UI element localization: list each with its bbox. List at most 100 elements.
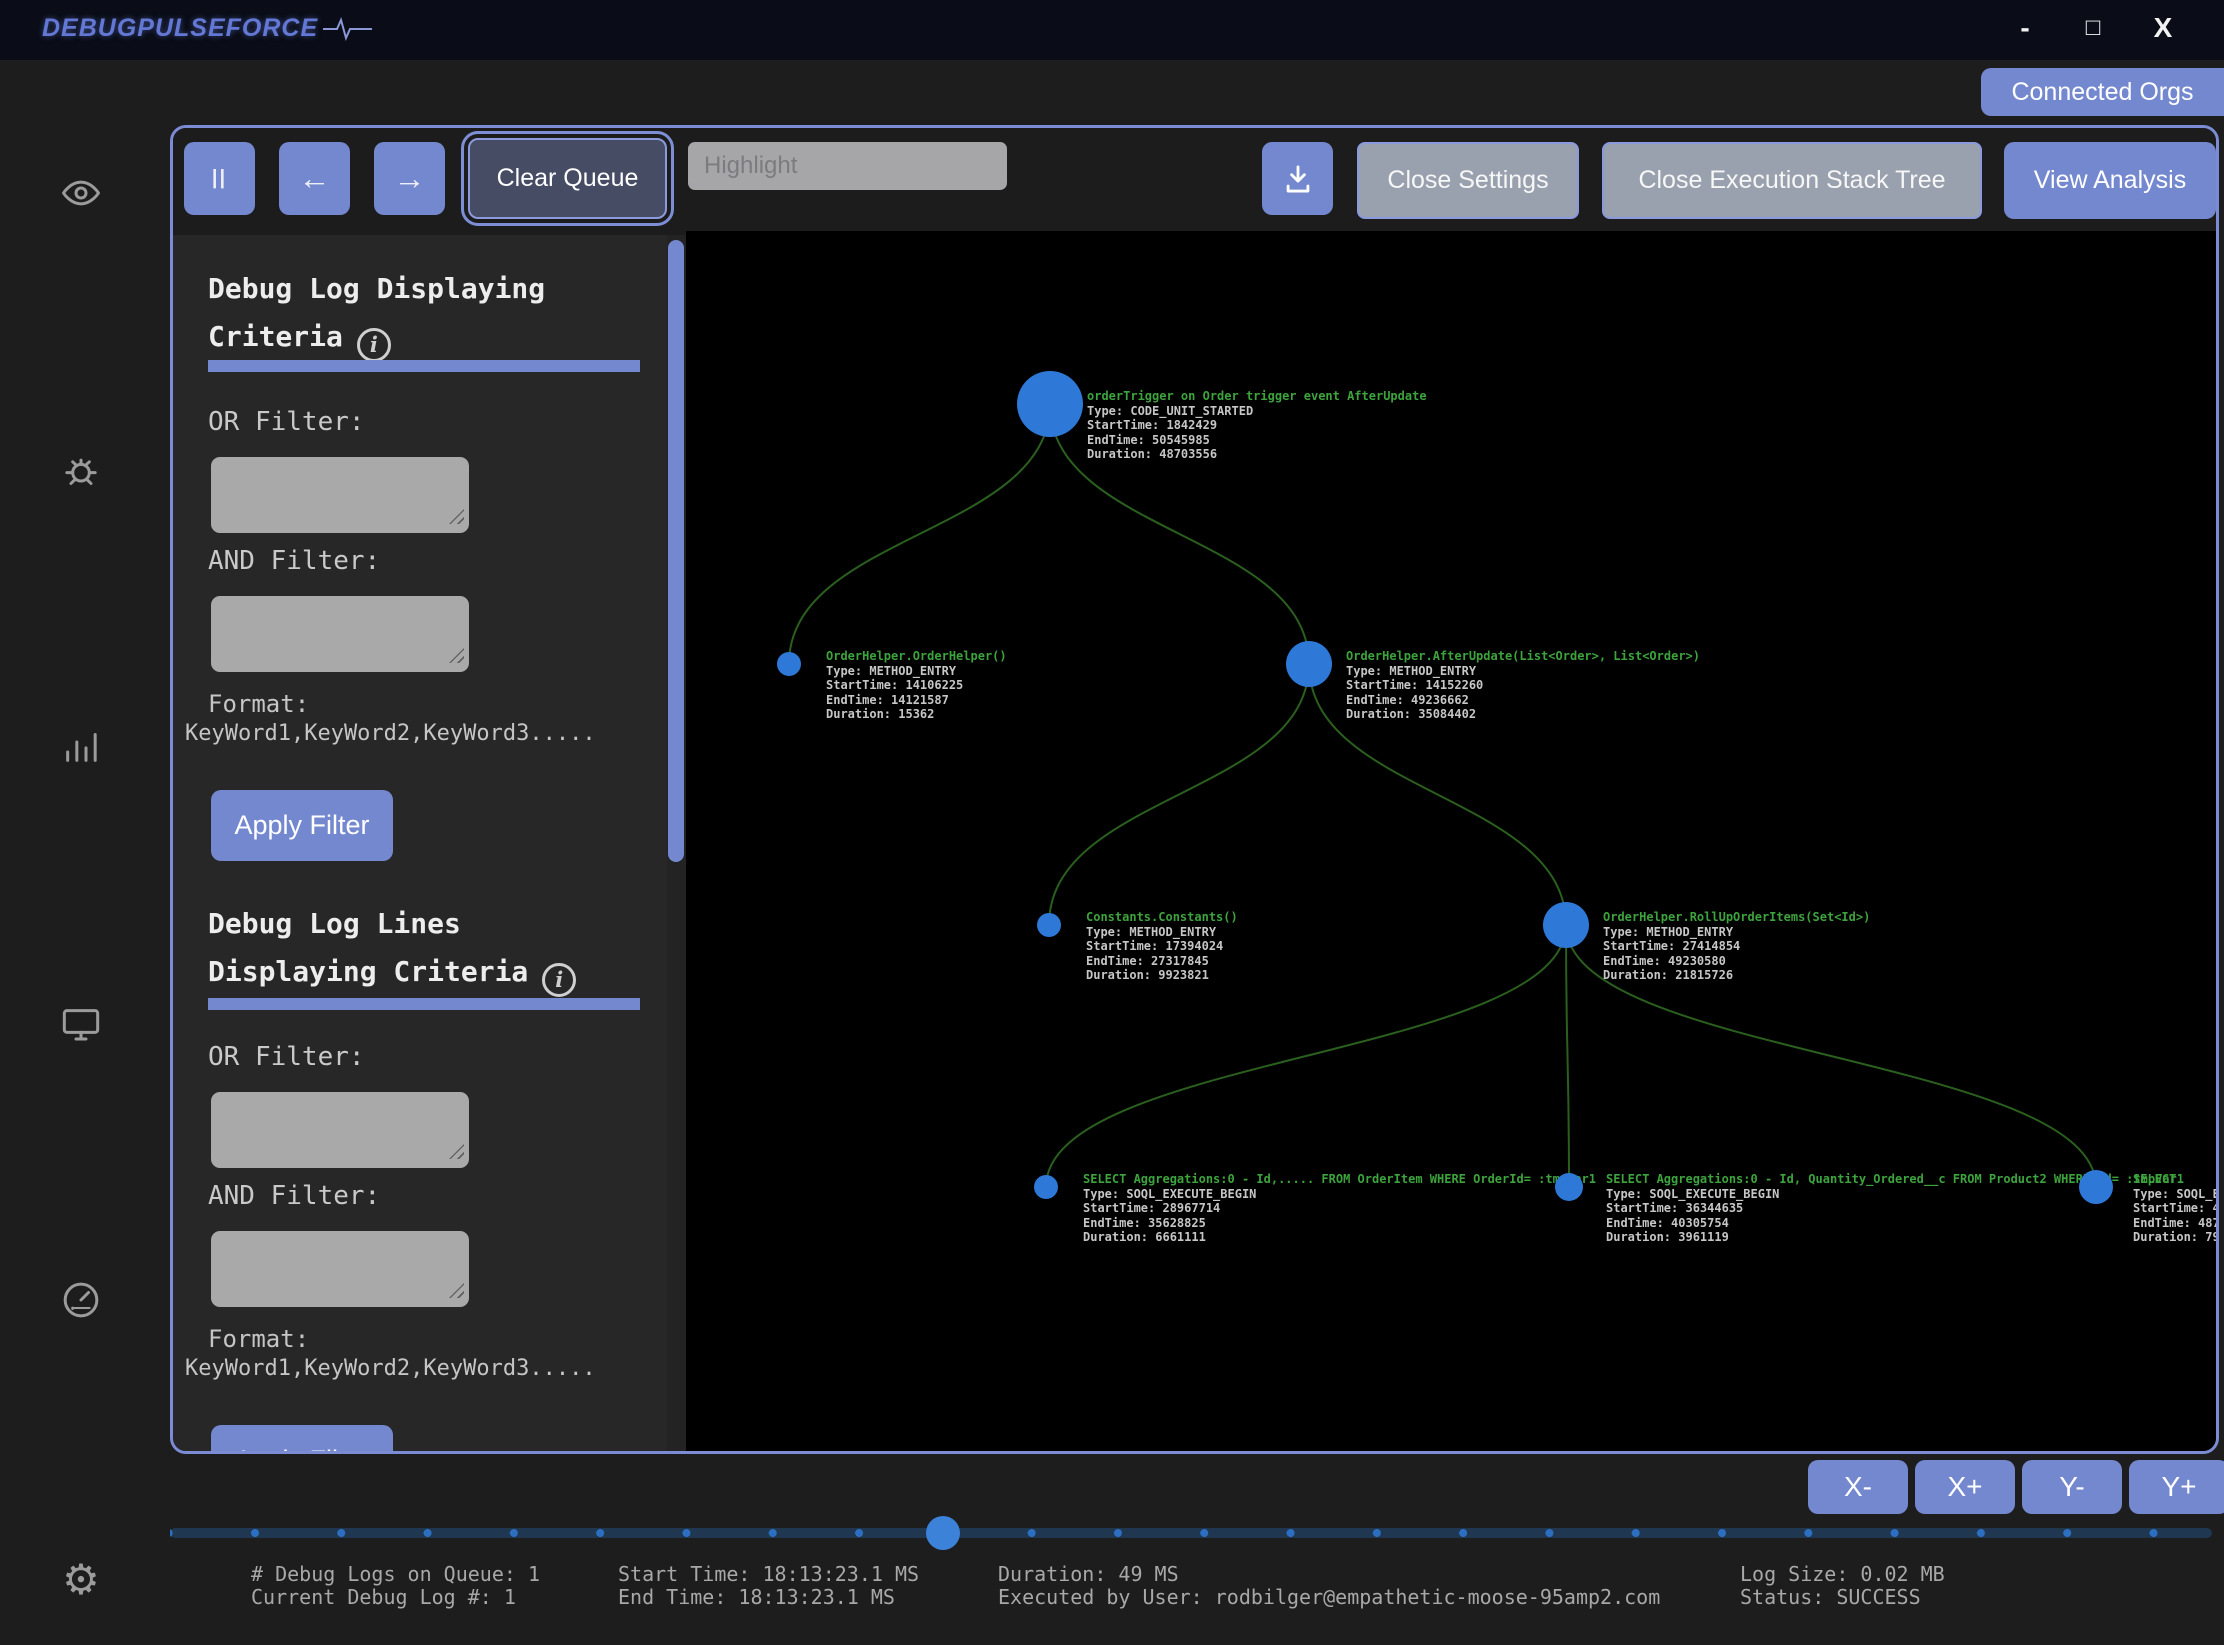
gear-icon[interactable]: ⚙ xyxy=(58,1556,104,1602)
node-detail: Duration: 35084402 xyxy=(1346,707,1700,722)
node-detail: Duration: 3961119 xyxy=(1606,1230,2184,1245)
and-filter-label: AND Filter: xyxy=(208,546,380,576)
node-detail: EndTime: 487 xyxy=(2133,1216,2216,1231)
node-title: OrderHelper.RollUpOrderItems(Set<Id>) xyxy=(1603,910,1870,925)
or-filter-textarea-2[interactable] xyxy=(211,1092,469,1168)
zoom-y-plus-button[interactable]: Y+ xyxy=(2129,1460,2224,1514)
tree-node-circle[interactable] xyxy=(777,652,801,676)
node-label: SELECT Aggregations:0 - Id,..... FROM Or… xyxy=(1083,1172,1596,1245)
app-logo: DEBUGPULSEFORCE xyxy=(42,14,374,43)
app-title: DEBUGPULSEFORCE xyxy=(42,14,318,43)
or-filter-textarea-1[interactable] xyxy=(211,457,469,533)
maximize-button[interactable]: □ xyxy=(2075,8,2111,48)
forward-button[interactable]: → xyxy=(374,142,445,215)
connected-orgs-button[interactable]: Connected Orgs xyxy=(1981,68,2224,116)
timeline-slider[interactable] xyxy=(170,1528,2212,1538)
close-button[interactable]: X xyxy=(2145,8,2181,48)
gauge-icon[interactable] xyxy=(58,1277,104,1323)
node-detail: EndTime: 14121587 xyxy=(826,693,1007,708)
slider-ticks xyxy=(170,1528,2212,1538)
main-panel: || ← → Clear Queue Close Settings Close … xyxy=(170,125,2219,1454)
clear-queue-button[interactable]: Clear Queue xyxy=(468,138,667,219)
node-detail: Duration: 21815726 xyxy=(1603,968,1870,983)
tree-edge xyxy=(1049,664,1309,925)
info-icon[interactable]: i xyxy=(357,328,391,362)
node-title: SELECT xyxy=(2133,1172,2216,1187)
tree-node-circle[interactable] xyxy=(1555,1173,1583,1201)
download-icon xyxy=(1281,162,1315,196)
eye-icon[interactable] xyxy=(58,170,104,216)
duration: Duration: 49 MS xyxy=(998,1563,1660,1586)
status-log-column: Log Size: 0.02 MB Status: SUCCESS xyxy=(1740,1563,1945,1609)
node-detail: StartTime: 4 xyxy=(2133,1201,2216,1216)
and-filter-textarea-1[interactable] xyxy=(211,596,469,672)
sidebar-scrollbar-thumb[interactable] xyxy=(668,240,684,862)
tree-edges xyxy=(686,231,2216,1454)
node-detail: Type: METHOD_ENTRY xyxy=(826,664,1007,679)
tree-node-circle[interactable] xyxy=(1034,1175,1058,1199)
node-detail: EndTime: 35628825 xyxy=(1083,1216,1596,1231)
node-title: orderTrigger on Order trigger event Afte… xyxy=(1087,389,1427,404)
highlight-input[interactable] xyxy=(688,142,1007,190)
status-queue-column: # Debug Logs on Queue: 1 Current Debug L… xyxy=(251,1563,540,1609)
node-detail: Type: METHOD_ENTRY xyxy=(1346,664,1700,679)
bar-chart-icon[interactable] xyxy=(58,724,104,770)
monitor-icon[interactable] xyxy=(58,1001,104,1047)
view-analysis-button[interactable]: View Analysis xyxy=(2004,142,2216,219)
back-button[interactable]: ← xyxy=(279,142,350,215)
and-filter-textarea-2[interactable] xyxy=(211,1231,469,1307)
log-size: Log Size: 0.02 MB xyxy=(1740,1563,1945,1586)
slider-handle[interactable] xyxy=(926,1516,960,1550)
filter-sidebar: Debug Log Displaying Criteriai OR Filter… xyxy=(173,235,667,1454)
bug-icon[interactable] xyxy=(58,448,104,494)
node-detail: StartTime: 14152260 xyxy=(1346,678,1700,693)
node-detail: Duration: 48703556 xyxy=(1087,447,1427,462)
node-title: SELECT Aggregations:0 - Id,..... FROM Or… xyxy=(1083,1172,1596,1187)
node-detail: Type: SOQL_EXECUTE_BEGIN xyxy=(1083,1187,1596,1202)
apply-filter-button-2[interactable]: Apply Filter xyxy=(211,1425,393,1454)
tree-node-circle[interactable] xyxy=(2079,1170,2113,1204)
log-status: Status: SUCCESS xyxy=(1740,1586,1945,1609)
tree-node-circle[interactable] xyxy=(1037,913,1061,937)
tree-node-circle[interactable] xyxy=(1017,371,1083,437)
zoom-x-plus-button[interactable]: X+ xyxy=(1915,1460,2015,1514)
node-detail: EndTime: 27317845 xyxy=(1086,954,1238,969)
current-log: Current Debug Log #: 1 xyxy=(251,1586,540,1609)
format-label: Format: xyxy=(208,690,309,718)
format-hint: KeyWord1,KeyWord2,KeyWord3..... xyxy=(185,721,596,746)
node-detail: StartTime: 14106225 xyxy=(826,678,1007,693)
apply-filter-button-1[interactable]: Apply Filter xyxy=(211,790,393,861)
node-label: OrderHelper.RollUpOrderItems(Set<Id>)Typ… xyxy=(1603,910,1870,983)
node-detail: Type: CODE_UNIT_STARTED xyxy=(1087,404,1427,419)
close-settings-button[interactable]: Close Settings xyxy=(1357,142,1579,219)
or-filter-label: OR Filter: xyxy=(208,407,365,437)
zoom-x-minus-button[interactable]: X- xyxy=(1808,1460,1908,1514)
close-stack-tree-button[interactable]: Close Execution Stack Tree xyxy=(1602,142,1982,219)
tree-node-circle[interactable] xyxy=(1543,902,1589,948)
start-time: Start Time: 18:13:23.1 MS xyxy=(618,1563,919,1586)
node-detail: Duration: 79 xyxy=(2133,1230,2216,1245)
status-duration-column: Duration: 49 MS Executed by User: rodbil… xyxy=(998,1563,1660,1609)
format-hint: KeyWord1,KeyWord2,KeyWord3..... xyxy=(185,1356,596,1381)
node-label: orderTrigger on Order trigger event Afte… xyxy=(1087,389,1427,462)
node-detail: EndTime: 40305754 xyxy=(1606,1216,2184,1231)
node-detail: Duration: 9923821 xyxy=(1086,968,1238,983)
info-icon[interactable]: i xyxy=(542,963,576,997)
tree-edge xyxy=(789,404,1050,664)
or-filter-label: OR Filter: xyxy=(208,1042,365,1072)
download-button[interactable] xyxy=(1262,142,1333,215)
zoom-y-minus-button[interactable]: Y- xyxy=(2022,1460,2122,1514)
title-bar: DEBUGPULSEFORCE - □ X xyxy=(0,0,2224,60)
sidebar-scrollbar-track[interactable] xyxy=(667,235,686,1454)
minimize-button[interactable]: - xyxy=(2007,8,2043,48)
pause-button[interactable]: || xyxy=(184,142,255,215)
node-detail: Type: METHOD_ENTRY xyxy=(1603,925,1870,940)
section-divider xyxy=(208,998,640,1010)
execution-stack-tree[interactable]: orderTrigger on Order trigger event Afte… xyxy=(686,231,2216,1454)
node-label: Constants.Constants()Type: METHOD_ENTRYS… xyxy=(1086,910,1238,983)
section-divider xyxy=(208,360,640,372)
node-detail: StartTime: 28967714 xyxy=(1083,1201,1596,1216)
node-label: OrderHelper.OrderHelper()Type: METHOD_EN… xyxy=(826,649,1007,722)
tree-node-circle[interactable] xyxy=(1286,641,1332,687)
status-time-column: Start Time: 18:13:23.1 MS End Time: 18:1… xyxy=(618,1563,919,1609)
